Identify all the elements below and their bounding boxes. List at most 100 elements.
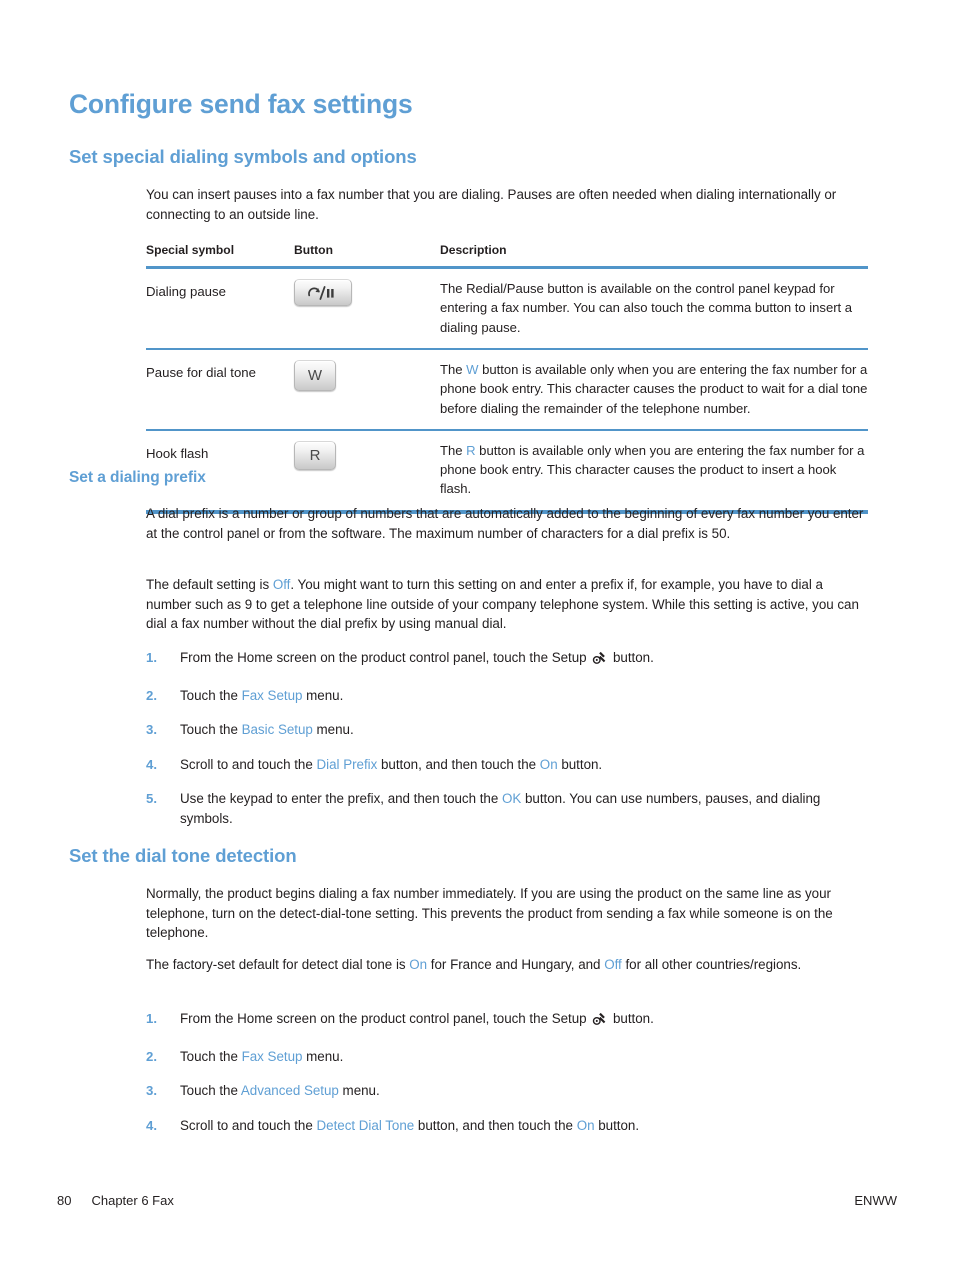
step-part: button. [609, 650, 654, 665]
ui-label-fax-setup: Fax Setup [241, 687, 303, 703]
dial-tone-paragraph-1: Normally, the product begins dialing a f… [146, 886, 833, 941]
table-row: Pause for dial tone W The W button is av… [146, 350, 868, 429]
step-text: Touch the Fax Setup menu. [180, 1047, 868, 1067]
dial-tone-paragraph-2: The factory-set default for detect dial … [146, 955, 868, 975]
column-header-description: Description [440, 243, 507, 257]
footer-page-number: 80 [57, 1193, 72, 1208]
cell-button: R [294, 440, 440, 470]
r-keycap-icon: R [294, 440, 336, 470]
step-number: 4. [146, 756, 157, 772]
step-part: button. [557, 756, 603, 772]
redial-pause-keycap-icon [294, 279, 352, 306]
document-page: Configure send fax settings Set special … [0, 0, 954, 1270]
step-part: Scroll to and touch the [180, 1117, 317, 1133]
step-text: Scroll to and touch the Dial Prefix butt… [180, 755, 868, 775]
step-number: 1. [146, 650, 157, 665]
para-part: for France and Hungary, and [427, 957, 605, 972]
cell-description: The W button is available only when you … [440, 360, 868, 418]
cell-button [294, 279, 440, 306]
footer-locale-code: ENWW [854, 1193, 897, 1208]
step-part: menu. [302, 687, 344, 703]
step-number: 5. [146, 791, 157, 807]
step-text: Use the keypad to enter the prefix, and … [180, 789, 868, 828]
step-part: button. [594, 1117, 640, 1133]
dial-tone-steps: 1. From the Home screen on the product c… [146, 1009, 868, 1135]
cell-special-symbol: Hook flash [146, 445, 209, 461]
page-title: Configure send fax settings [69, 89, 413, 119]
step-number: 4. [146, 1117, 157, 1133]
step-part: menu. [312, 722, 354, 738]
desc-prefix: The [440, 361, 467, 377]
ui-label-w: W [466, 361, 479, 377]
desc-suffix: button is available only when you are en… [440, 361, 868, 416]
step-part: From the Home screen on the product cont… [180, 1011, 591, 1026]
step-part: menu. [338, 1083, 380, 1099]
step-number: 2. [146, 1048, 157, 1064]
list-item: 4. Scroll to and touch the Dial Prefix b… [146, 755, 868, 775]
ui-label-advanced-setup: Advanced Setup [240, 1083, 339, 1099]
ui-label-off: Off [604, 957, 622, 972]
ui-label-r: R [466, 442, 476, 458]
setup-wrench-icon [592, 1011, 607, 1032]
list-item: 2. Touch the Fax Setup menu. [146, 1047, 868, 1067]
special-symbols-table: Special symbol Button Description Dialin… [146, 243, 868, 514]
para-part: The default setting is [146, 577, 273, 592]
ui-label-basic-setup: Basic Setup [241, 722, 313, 738]
cell-description: The R button is available only when you … [440, 441, 868, 499]
para-part: for all other countries/regions. [621, 957, 802, 972]
footer-chapter-label: Chapter 6 Fax [91, 1193, 174, 1208]
setup-wrench-icon [592, 650, 607, 671]
column-header-button: Button [294, 243, 333, 257]
step-text: From the Home screen on the product cont… [180, 1009, 868, 1032]
step-text: Scroll to and touch the Detect Dial Tone… [180, 1116, 868, 1136]
list-item: 2. Touch the Fax Setup menu. [146, 686, 868, 706]
ui-label-on: On [409, 957, 428, 972]
cell-description: The Redial/Pause button is available on … [440, 281, 853, 335]
table-header-row: Special symbol Button Description [146, 243, 868, 266]
step-text: Touch the Fax Setup menu. [180, 686, 868, 706]
w-keycap-icon: W [294, 359, 336, 391]
list-item: 1. From the Home screen on the product c… [146, 1009, 868, 1032]
ui-label-on: On [576, 1117, 595, 1133]
list-item: 3. Touch the Advanced Setup menu. [146, 1081, 868, 1101]
ui-label-detect-dial-tone: Detect Dial Tone [316, 1117, 415, 1133]
footer-left: 80 Chapter 6 Fax [57, 1193, 174, 1208]
ui-label-dial-prefix: Dial Prefix [316, 756, 378, 772]
step-part: From the Home screen on the product cont… [180, 650, 591, 665]
step-number: 1. [146, 1011, 157, 1026]
step-part: Touch the [180, 722, 242, 738]
step-part: Use the keypad to enter the prefix, and … [180, 791, 502, 807]
desc-prefix: The [440, 442, 467, 458]
page-footer: 80 Chapter 6 Fax ENWW [57, 1193, 897, 1208]
list-item: 1. From the Home screen on the product c… [146, 648, 868, 671]
ui-label-fax-setup: Fax Setup [241, 1048, 303, 1064]
section-heading-dialing-prefix: Set a dialing prefix [69, 469, 206, 486]
step-text: From the Home screen on the product cont… [180, 648, 868, 671]
dialing-prefix-paragraph-1: A dial prefix is a number or group of nu… [146, 506, 864, 541]
step-part: Touch the [180, 687, 242, 703]
table-row: Dialing pause The Redial/Pause button is… [146, 269, 868, 348]
step-part: button, and then touch the [414, 1117, 577, 1133]
step-part: Touch the [180, 1083, 241, 1099]
step-part: button, and then touch the [377, 756, 540, 772]
step-part: Touch the [180, 1048, 242, 1064]
list-item: 4. Scroll to and touch the Detect Dial T… [146, 1116, 868, 1136]
step-part: menu. [302, 1048, 344, 1064]
ui-label-on: On [539, 756, 558, 772]
step-part: Scroll to and touch the [180, 756, 317, 772]
step-number: 3. [146, 722, 157, 738]
section-heading-dialing-symbols: Set special dialing symbols and options [69, 146, 417, 167]
cell-button: W [294, 359, 440, 391]
ui-label-off: Off [272, 577, 291, 592]
step-text: Touch the Advanced Setup menu. [180, 1081, 868, 1101]
para-part: The factory-set default for detect dial … [146, 957, 410, 972]
step-number: 3. [146, 1083, 157, 1099]
dialing-prefix-steps: 1. From the Home screen on the product c… [146, 648, 868, 829]
step-part: button. [609, 1011, 654, 1026]
desc-suffix: button is available only when you are en… [440, 442, 865, 497]
column-header-special-symbol: Special symbol [146, 243, 235, 257]
r-keycap-label: R [309, 446, 321, 464]
step-text: Touch the Basic Setup menu. [180, 720, 868, 740]
list-item: 3. Touch the Basic Setup menu. [146, 720, 868, 740]
cell-special-symbol: Pause for dial tone [146, 364, 256, 380]
